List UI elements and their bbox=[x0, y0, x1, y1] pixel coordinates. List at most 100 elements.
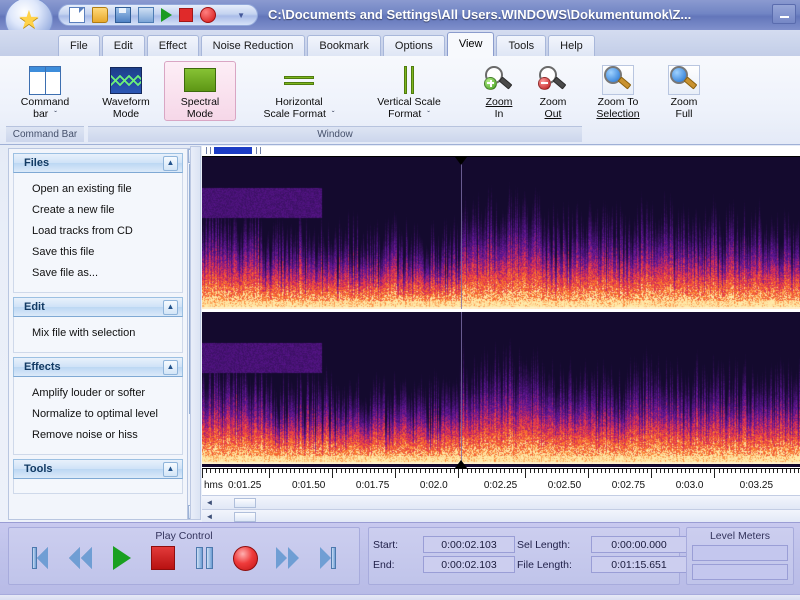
link-load-tracks-from-cd[interactable]: Load tracks from CD bbox=[14, 221, 182, 242]
overview-selection[interactable] bbox=[214, 147, 252, 154]
horizontal-scale-icon bbox=[284, 64, 314, 96]
tab-edit[interactable]: Edit bbox=[101, 35, 145, 56]
chevron-down-icon[interactable]: ˇ bbox=[332, 110, 335, 119]
panel-title-tools: Tools bbox=[24, 463, 53, 475]
track-channel-right[interactable] bbox=[202, 312, 800, 464]
tab-view[interactable]: View bbox=[446, 32, 495, 56]
panel-header-effects[interactable]: Effects ▲ bbox=[13, 357, 183, 377]
save-as-icon[interactable] bbox=[138, 7, 154, 23]
link-remove-noise-or-hiss[interactable]: Remove noise or hiss bbox=[14, 425, 182, 446]
record-button[interactable] bbox=[232, 545, 260, 571]
vertical-scale-icon bbox=[401, 64, 417, 96]
file-length-value[interactable]: 0:01:15.651 bbox=[591, 556, 687, 573]
end-value[interactable]: 0:00:02.103 bbox=[423, 556, 515, 573]
skip-to-start-button[interactable] bbox=[26, 545, 54, 571]
start-value[interactable]: 0:00:02.103 bbox=[423, 536, 515, 553]
ruler-tick bbox=[567, 469, 569, 473]
start-label: Start: bbox=[373, 538, 399, 551]
scroll-left-icon[interactable]: ◄ bbox=[204, 497, 215, 508]
skip-to-end-button[interactable] bbox=[314, 545, 342, 571]
stop-icon bbox=[151, 546, 176, 570]
record-icon[interactable] bbox=[200, 7, 216, 23]
panel-header-files[interactable]: Files ▲ bbox=[13, 153, 183, 173]
overview-strip[interactable] bbox=[202, 146, 800, 157]
chevron-up-icon[interactable]: ▲ bbox=[163, 359, 178, 375]
chevron-down-icon[interactable]: ˇ bbox=[54, 110, 57, 119]
scrollbar-thumb[interactable] bbox=[234, 498, 256, 508]
link-save-file-as[interactable]: Save file as... bbox=[14, 263, 182, 284]
play-button[interactable] bbox=[108, 545, 136, 571]
new-file-icon[interactable] bbox=[69, 7, 85, 23]
chevron-down-icon[interactable]: ▼ bbox=[237, 11, 245, 20]
link-amplify-louder-or-softer[interactable]: Amplify louder or softer bbox=[14, 383, 182, 404]
chevron-up-icon[interactable]: ▲ bbox=[163, 299, 178, 315]
spectral-mode-button[interactable]: Spectral Mode bbox=[164, 61, 236, 121]
zoom-in-icon bbox=[484, 64, 514, 96]
tab-options[interactable]: Options bbox=[382, 35, 445, 56]
zoom-out-button[interactable]: Zoom Out bbox=[526, 61, 580, 121]
horizontal-scrollbar-track2[interactable]: ◄ bbox=[202, 509, 800, 523]
title-bar: ★ ▼ C:\Documents and Settings\All Users.… bbox=[0, 0, 800, 43]
link-open-existing-file[interactable]: Open an existing file bbox=[14, 179, 182, 200]
waveform-editor[interactable]: hms 0:01.25 0:01.50 0:01.75 0:02.0 0:02.25 0:… bbox=[202, 146, 800, 523]
tab-file[interactable]: File bbox=[58, 35, 100, 56]
scroll-left-icon[interactable]: ◄ bbox=[204, 511, 215, 522]
selection-info-panel: Start: 0:00:02.103 Sel Length: 0:00:00.0… bbox=[368, 527, 687, 585]
waveform-mode-button[interactable]: Waveform Mode bbox=[88, 61, 164, 121]
horizontal-scale-format-button[interactable]: Horizontal Scale Format ˇ bbox=[244, 61, 354, 122]
zoom-out-label-line2: Out bbox=[544, 108, 562, 120]
ruler-tick bbox=[424, 469, 426, 473]
link-normalize-to-optimal-level[interactable]: Normalize to optimal level bbox=[14, 404, 182, 425]
stop-button[interactable] bbox=[149, 545, 177, 571]
panel-header-tools[interactable]: Tools ▲ bbox=[13, 459, 183, 479]
open-file-icon[interactable] bbox=[92, 7, 108, 23]
cursor-marker-top[interactable] bbox=[455, 157, 467, 165]
sel-length-value[interactable]: 0:00:00.000 bbox=[591, 536, 687, 553]
save-file-icon[interactable] bbox=[115, 7, 131, 23]
panel-header-edit[interactable]: Edit ▲ bbox=[13, 297, 183, 317]
ruler-tick bbox=[307, 469, 308, 473]
spectrogram-right[interactable] bbox=[202, 312, 800, 464]
chevron-up-icon[interactable]: ▲ bbox=[163, 461, 178, 477]
tab-help[interactable]: Help bbox=[548, 35, 595, 56]
tab-noise-reduction[interactable]: Noise Reduction bbox=[200, 35, 306, 56]
link-create-new-file[interactable]: Create a new file bbox=[14, 200, 182, 221]
play-icon[interactable] bbox=[161, 8, 172, 22]
ruler-tick bbox=[357, 469, 359, 473]
ruler-tick bbox=[454, 469, 455, 473]
chevron-up-icon[interactable]: ▲ bbox=[163, 155, 178, 171]
command-bar-button[interactable]: Command bar ˇ bbox=[12, 61, 78, 122]
minimize-button[interactable] bbox=[772, 4, 796, 24]
ruler-tick bbox=[647, 469, 649, 473]
time-ruler[interactable]: hms 0:01.25 0:01.50 0:01.75 0:02.0 0:02.25 0:… bbox=[202, 468, 800, 495]
fast-forward-button[interactable] bbox=[273, 545, 301, 571]
play-icon bbox=[113, 546, 132, 570]
tab-tools[interactable]: Tools bbox=[496, 35, 547, 56]
tab-bookmark[interactable]: Bookmark bbox=[307, 35, 381, 56]
editor-left-divider bbox=[190, 146, 201, 520]
ruler-tick bbox=[441, 469, 443, 473]
link-mix-file-with-selection[interactable]: Mix file with selection bbox=[14, 323, 182, 344]
ruler-tick bbox=[218, 469, 220, 473]
ruler-tick bbox=[252, 469, 254, 473]
file-length-label: File Length: bbox=[517, 558, 572, 571]
ruler-tick bbox=[349, 469, 350, 473]
pause-button[interactable] bbox=[191, 545, 219, 571]
horizontal-scrollbar-track1[interactable]: ◄ bbox=[202, 495, 800, 509]
ruler-tick bbox=[630, 469, 632, 473]
cursor-marker-bottom[interactable] bbox=[455, 460, 467, 468]
zoom-to-selection-button[interactable]: Zoom To Selection bbox=[580, 61, 656, 121]
zoom-full-button[interactable]: Zoom Full bbox=[656, 61, 712, 121]
vertical-scale-label-line2: Format bbox=[388, 108, 422, 120]
link-save-this-file[interactable]: Save this file bbox=[14, 242, 182, 263]
track-container[interactable] bbox=[202, 157, 800, 467]
chevron-down-icon[interactable]: ˇ bbox=[427, 110, 430, 119]
rewind-button[interactable] bbox=[67, 545, 95, 571]
vertical-scale-format-button[interactable]: Vertical Scale Format ˇ bbox=[354, 61, 464, 122]
stop-icon[interactable] bbox=[179, 8, 193, 22]
tab-effect[interactable]: Effect bbox=[146, 35, 199, 56]
spectrogram-left[interactable] bbox=[202, 157, 800, 309]
scrollbar-thumb[interactable] bbox=[234, 512, 256, 522]
track-channel-left[interactable] bbox=[202, 157, 800, 309]
zoom-in-button[interactable]: Zoom In bbox=[472, 61, 526, 121]
